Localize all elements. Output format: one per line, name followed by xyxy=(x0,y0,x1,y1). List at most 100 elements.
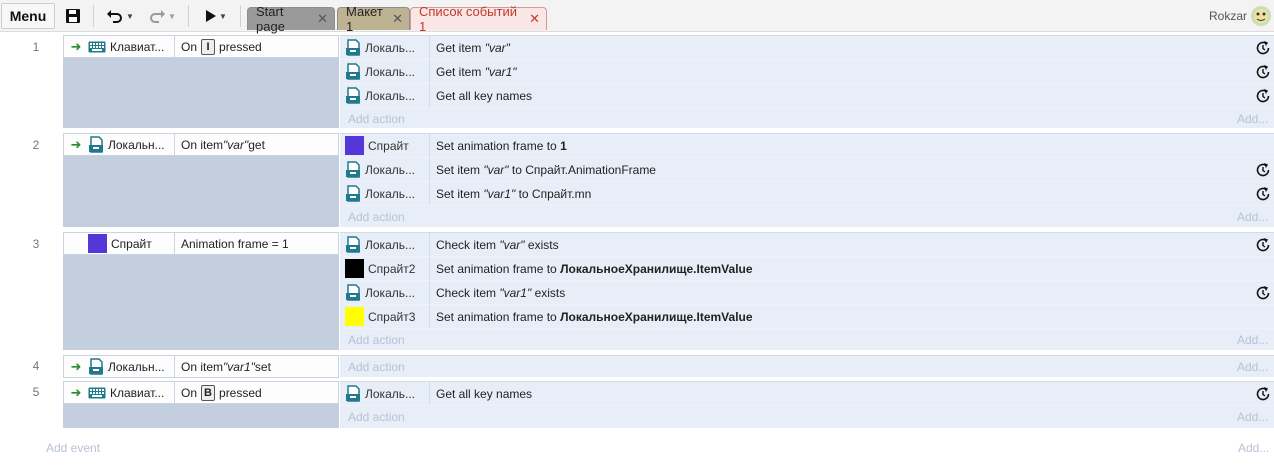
avatar[interactable] xyxy=(1250,5,1272,30)
undo-button[interactable]: ▼ xyxy=(102,4,138,28)
toolbar-divider xyxy=(93,5,94,27)
toolbar-divider xyxy=(240,5,241,27)
condition-text[interactable]: On I pressed xyxy=(175,38,262,55)
play-button[interactable]: ▼ xyxy=(198,4,234,28)
condition-param: "var1" xyxy=(223,359,255,374)
undo-icon xyxy=(107,10,123,23)
action-text[interactable]: Set item "var" to Спрайт.AnimationFrame xyxy=(430,163,1274,177)
condition-label: set xyxy=(254,359,271,374)
condition-text[interactable]: On B pressed xyxy=(175,384,262,401)
action-label: Set animation frame to xyxy=(436,309,561,324)
object-name: Локаль... xyxy=(365,64,415,79)
condition-label: On item xyxy=(181,137,224,152)
action-label: Get item xyxy=(436,64,485,79)
chevron-down-icon[interactable]: ▼ xyxy=(126,12,134,21)
add-action-more-link[interactable]: Add... xyxy=(1237,112,1268,126)
condition-row[interactable]: ➜ Локальн... On item "var1" set xyxy=(63,355,339,378)
chevron-down-icon[interactable]: ▼ xyxy=(168,12,176,21)
condition-text[interactable]: On item "var" get xyxy=(175,138,265,152)
tab-event-sheet[interactable]: Список событий 1 ✕ xyxy=(410,4,547,34)
object-name: Спрайт2 xyxy=(368,261,416,276)
condition-text[interactable]: Animation frame = 1 xyxy=(175,237,289,251)
action-text[interactable]: Get item "var1" xyxy=(430,65,1274,79)
object-name: Локальн... xyxy=(108,137,165,152)
event-number: 4 xyxy=(32,359,40,373)
refresh-icon[interactable] xyxy=(1255,88,1271,107)
action-row[interactable]: Локаль... Check item "var" exists xyxy=(340,233,1274,257)
user-name[interactable]: Rokzar xyxy=(1209,9,1247,23)
add-action-more-link[interactable]: Add... xyxy=(1237,210,1268,224)
add-action-link[interactable]: Add action xyxy=(348,360,405,374)
redo-button[interactable]: ▼ xyxy=(144,4,180,28)
action-text[interactable]: Check item "var1" exists xyxy=(430,286,1274,300)
add-action-link[interactable]: Add action xyxy=(348,112,405,126)
close-icon[interactable]: ✕ xyxy=(317,11,328,27)
action-row[interactable]: Локаль... Get item "var1" xyxy=(340,60,1274,84)
object-name: Спрайт xyxy=(368,138,409,153)
condition-row[interactable]: ➜ Клавиат... On I pressed xyxy=(63,35,339,58)
condition-label: get xyxy=(248,137,265,152)
action-param: ЛокальноеХранилище.ItemValue xyxy=(560,309,753,324)
action-row[interactable]: Локаль... Check item "var1" exists xyxy=(340,281,1274,305)
action-row[interactable]: Локаль... Get all key names xyxy=(340,84,1274,108)
action-row[interactable]: Локаль... Get item "var" xyxy=(340,36,1274,60)
chevron-down-icon[interactable]: ▼ xyxy=(219,12,227,21)
add-action-more-link[interactable]: Add... xyxy=(1237,333,1268,347)
action-text[interactable]: Check item "var" exists xyxy=(430,238,1274,252)
close-icon[interactable]: ✕ xyxy=(529,11,540,27)
add-event-more-link[interactable]: Add... xyxy=(1238,441,1269,455)
action-text[interactable]: Set item "var1" to Спрайт.mn xyxy=(430,187,1274,201)
event-number: 5 xyxy=(32,385,40,399)
action-param: "var" xyxy=(484,40,510,55)
action-label: exists xyxy=(524,237,559,252)
action-text[interactable]: Set animation frame to 1 xyxy=(430,139,1274,153)
add-action-more-link[interactable]: Add... xyxy=(1237,410,1268,424)
key-badge: B xyxy=(201,384,216,401)
tab-layout[interactable]: Макет 1 ✕ xyxy=(337,4,410,34)
refresh-icon[interactable] xyxy=(1255,285,1271,304)
condition-row[interactable]: ➜ Клавиат... On B pressed xyxy=(63,381,339,404)
condition-row[interactable]: ➜ Локальн... On item "var" get xyxy=(63,133,339,156)
action-text[interactable]: Set animation frame to ЛокальноеХранилищ… xyxy=(430,262,1274,276)
action-row[interactable]: Спрайт Set animation frame to 1 xyxy=(340,134,1274,158)
action-text[interactable]: Get all key names xyxy=(430,387,1274,401)
add-action-link[interactable]: Add action xyxy=(348,210,405,224)
action-row[interactable]: Локаль... Set item "var" to Спрайт.Anima… xyxy=(340,158,1274,182)
object-name: Локаль... xyxy=(365,386,415,401)
add-event-link[interactable]: Add event xyxy=(46,441,100,455)
action-label: Get all key names xyxy=(436,88,533,103)
menu-button[interactable]: Menu xyxy=(1,3,55,29)
action-text[interactable]: Get all key names xyxy=(430,89,1274,103)
tab-label: Макет 1 xyxy=(346,4,383,34)
refresh-icon[interactable] xyxy=(1255,162,1271,181)
condition-object: Клавиат... xyxy=(88,36,175,57)
tab-start-page[interactable]: Start page ✕ xyxy=(247,4,335,34)
object-name: Локаль... xyxy=(365,40,415,55)
action-param: 1 xyxy=(560,138,567,153)
refresh-icon[interactable] xyxy=(1255,40,1271,59)
condition-row[interactable]: Спрайт Animation frame = 1 xyxy=(63,232,339,255)
add-action-link[interactable]: Add action xyxy=(348,410,405,424)
action-object: Спрайт3 xyxy=(340,305,430,328)
action-row[interactable]: Локаль... Get all key names xyxy=(340,382,1274,406)
refresh-icon[interactable] xyxy=(1255,386,1271,405)
object-name: Локаль... xyxy=(365,237,415,252)
action-object: Локаль... xyxy=(340,281,430,304)
action-row[interactable]: Спрайт3 Set animation frame to Локальное… xyxy=(340,305,1274,329)
condition-text[interactable]: On item "var1" set xyxy=(175,360,271,374)
action-param: ЛокальноеХранилище.ItemValue xyxy=(560,261,753,276)
refresh-icon[interactable] xyxy=(1255,64,1271,83)
action-row[interactable]: Спрайт2 Set animation frame to Локальное… xyxy=(340,257,1274,281)
action-text[interactable]: Get item "var" xyxy=(430,41,1274,55)
add-action-link[interactable]: Add action xyxy=(348,333,405,347)
action-label: to Спрайт.AnimationFrame xyxy=(508,162,656,177)
close-icon[interactable]: ✕ xyxy=(392,11,403,27)
action-object: Локаль... xyxy=(340,60,430,83)
add-action-more-link[interactable]: Add... xyxy=(1237,360,1268,374)
save-icon[interactable] xyxy=(62,4,84,28)
action-text[interactable]: Set animation frame to ЛокальноеХранилищ… xyxy=(430,310,1274,324)
action-object: Локаль... xyxy=(340,382,430,405)
refresh-icon[interactable] xyxy=(1255,237,1271,256)
action-row[interactable]: Локаль... Set item "var1" to Спрайт.mn xyxy=(340,182,1274,206)
refresh-icon[interactable] xyxy=(1255,186,1271,205)
